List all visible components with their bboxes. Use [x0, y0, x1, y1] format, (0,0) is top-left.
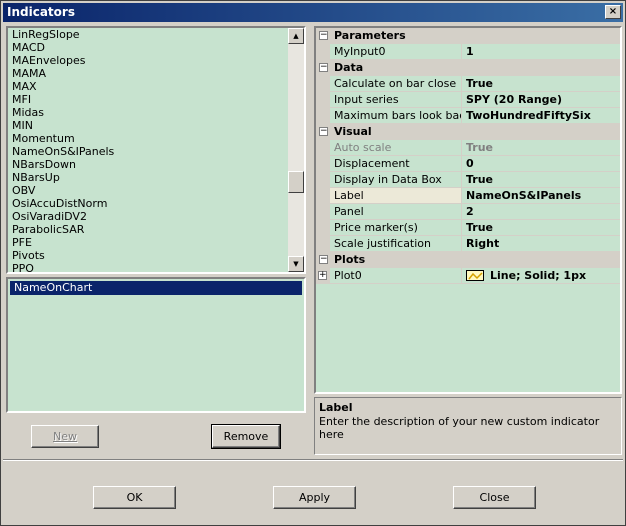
list-item[interactable]: MAMA: [8, 67, 288, 80]
prop-value[interactable]: 2: [462, 204, 620, 220]
remove-button[interactable]: Remove: [211, 424, 281, 449]
category-visual[interactable]: − Visual: [316, 124, 620, 140]
ok-button[interactable]: OK: [93, 486, 176, 509]
prop-name: Input series: [330, 92, 462, 108]
prop-auto-scale: Auto scale True: [316, 140, 620, 156]
line-plot-icon: [466, 270, 484, 281]
prop-value: True: [462, 140, 620, 156]
prop-calculate-on-bar-close[interactable]: Calculate on bar close True: [316, 76, 620, 92]
list-item[interactable]: PPO: [8, 262, 288, 272]
prop-value[interactable]: True: [462, 76, 620, 92]
collapse-icon[interactable]: −: [319, 31, 328, 40]
category-label: Plots: [334, 253, 366, 266]
prop-name: Auto scale: [330, 140, 462, 156]
window-title: Indicators: [7, 5, 75, 19]
apply-button-label: Apply: [298, 491, 331, 504]
prop-name: Price marker(s): [330, 220, 462, 236]
list-item[interactable]: MAX: [8, 80, 288, 93]
prop-value[interactable]: 1: [462, 44, 620, 60]
configured-indicators-list[interactable]: NameOnChart: [6, 277, 306, 413]
close-window-button[interactable]: ×: [605, 5, 621, 19]
prop-plot0[interactable]: + Plot0 Line; Solid; 1px: [316, 268, 620, 284]
prop-name: Plot0: [330, 268, 462, 284]
list-item[interactable]: MFI: [8, 93, 288, 106]
list-item[interactable]: PFE: [8, 236, 288, 249]
new-button-label: New: [53, 430, 77, 443]
prop-value[interactable]: SPY (20 Range): [462, 92, 620, 108]
list-item[interactable]: OsiVaradiDV2: [8, 210, 288, 223]
prop-value-plot0[interactable]: Line; Solid; 1px: [462, 268, 620, 284]
list-item[interactable]: NameOnS&IPanels: [8, 145, 288, 158]
description-text: Enter the description of your new custom…: [319, 415, 600, 441]
list-item[interactable]: Pivots: [8, 249, 288, 262]
prop-value[interactable]: TwoHundredFiftySix: [462, 108, 620, 124]
list-item[interactable]: OsiAccuDistNorm: [8, 197, 288, 210]
prop-name: Scale justification: [330, 236, 462, 252]
list-item[interactable]: Midas: [8, 106, 288, 119]
prop-scale-justification[interactable]: Scale justification Right: [316, 236, 620, 252]
prop-price-markers[interactable]: Price marker(s) True: [316, 220, 620, 236]
prop-value[interactable]: 0: [462, 156, 620, 172]
remove-button-label: Remove: [223, 430, 269, 443]
prop-name: Displacement: [330, 156, 462, 172]
ok-button-label: OK: [126, 491, 143, 504]
prop-name: Panel: [330, 204, 462, 220]
list-item[interactable]: NBarsUp: [8, 171, 288, 184]
list-item[interactable]: ParabolicSAR: [8, 223, 288, 236]
prop-name: Label: [330, 188, 462, 204]
separator: [3, 459, 623, 461]
apply-button[interactable]: Apply: [273, 486, 356, 509]
list-item[interactable]: NBarsDown: [8, 158, 288, 171]
indicator-list-scrollbar[interactable]: ▲ ▼: [288, 28, 304, 272]
description-panel: Label Enter the description of your new …: [314, 397, 622, 455]
category-label: Parameters: [334, 29, 406, 42]
list-item[interactable]: Momentum: [8, 132, 288, 145]
indicator-list[interactable]: LinRegSlope MACD MAEnvelopes MAMA MAX MFI Mida…: [6, 26, 306, 274]
scroll-thumb[interactable]: [288, 171, 304, 193]
collapse-icon[interactable]: −: [319, 255, 328, 264]
plot0-style: Line; Solid; 1px: [490, 269, 587, 282]
list-item[interactable]: OBV: [8, 184, 288, 197]
property-grid[interactable]: − Parameters MyInput0 1 − Data Calculate…: [314, 26, 622, 394]
prop-value[interactable]: True: [462, 220, 620, 236]
list-item[interactable]: LinRegSlope: [8, 28, 288, 41]
category-plots[interactable]: − Plots: [316, 252, 620, 268]
category-label: Visual: [334, 125, 372, 138]
configured-item-selected[interactable]: NameOnChart: [10, 281, 302, 295]
indicator-list-items: LinRegSlope MACD MAEnvelopes MAMA MAX MFI Mida…: [8, 28, 288, 272]
prop-value[interactable]: True: [462, 172, 620, 188]
prop-value[interactable]: NameOnS&IPanels: [462, 188, 620, 204]
indicators-dialog: Indicators × LinRegSlope MACD MAEnvelopes M…: [0, 0, 626, 526]
prop-display-in-data-box[interactable]: Display in Data Box True: [316, 172, 620, 188]
prop-label[interactable]: Label NameOnS&IPanels: [316, 188, 620, 204]
list-item[interactable]: MIN: [8, 119, 288, 132]
prop-myinput0[interactable]: MyInput0 1: [316, 44, 620, 60]
prop-name: Calculate on bar close: [330, 76, 462, 92]
expand-icon[interactable]: +: [318, 271, 327, 280]
list-item[interactable]: MACD: [8, 41, 288, 54]
collapse-icon[interactable]: −: [319, 127, 328, 136]
scroll-up-icon[interactable]: ▲: [288, 28, 304, 44]
category-label: Data: [334, 61, 364, 74]
category-data[interactable]: − Data: [316, 60, 620, 76]
prop-name: Maximum bars look back: [330, 108, 462, 124]
prop-input-series[interactable]: Input series SPY (20 Range): [316, 92, 620, 108]
description-title: Label: [319, 401, 353, 414]
collapse-icon[interactable]: −: [319, 63, 328, 72]
prop-panel[interactable]: Panel 2: [316, 204, 620, 220]
prop-displacement[interactable]: Displacement 0: [316, 156, 620, 172]
prop-name: Display in Data Box: [330, 172, 462, 188]
close-button-label: Close: [479, 491, 510, 504]
category-parameters[interactable]: − Parameters: [316, 28, 620, 44]
title-bar: Indicators ×: [3, 3, 623, 22]
close-button[interactable]: Close: [453, 486, 536, 509]
scroll-down-icon[interactable]: ▼: [288, 256, 304, 272]
prop-maximum-bars-look-back[interactable]: Maximum bars look back TwoHundredFiftySi…: [316, 108, 620, 124]
prop-value[interactable]: Right: [462, 236, 620, 252]
prop-name: MyInput0: [330, 44, 462, 60]
list-item[interactable]: MAEnvelopes: [8, 54, 288, 67]
new-button[interactable]: New: [31, 425, 99, 448]
